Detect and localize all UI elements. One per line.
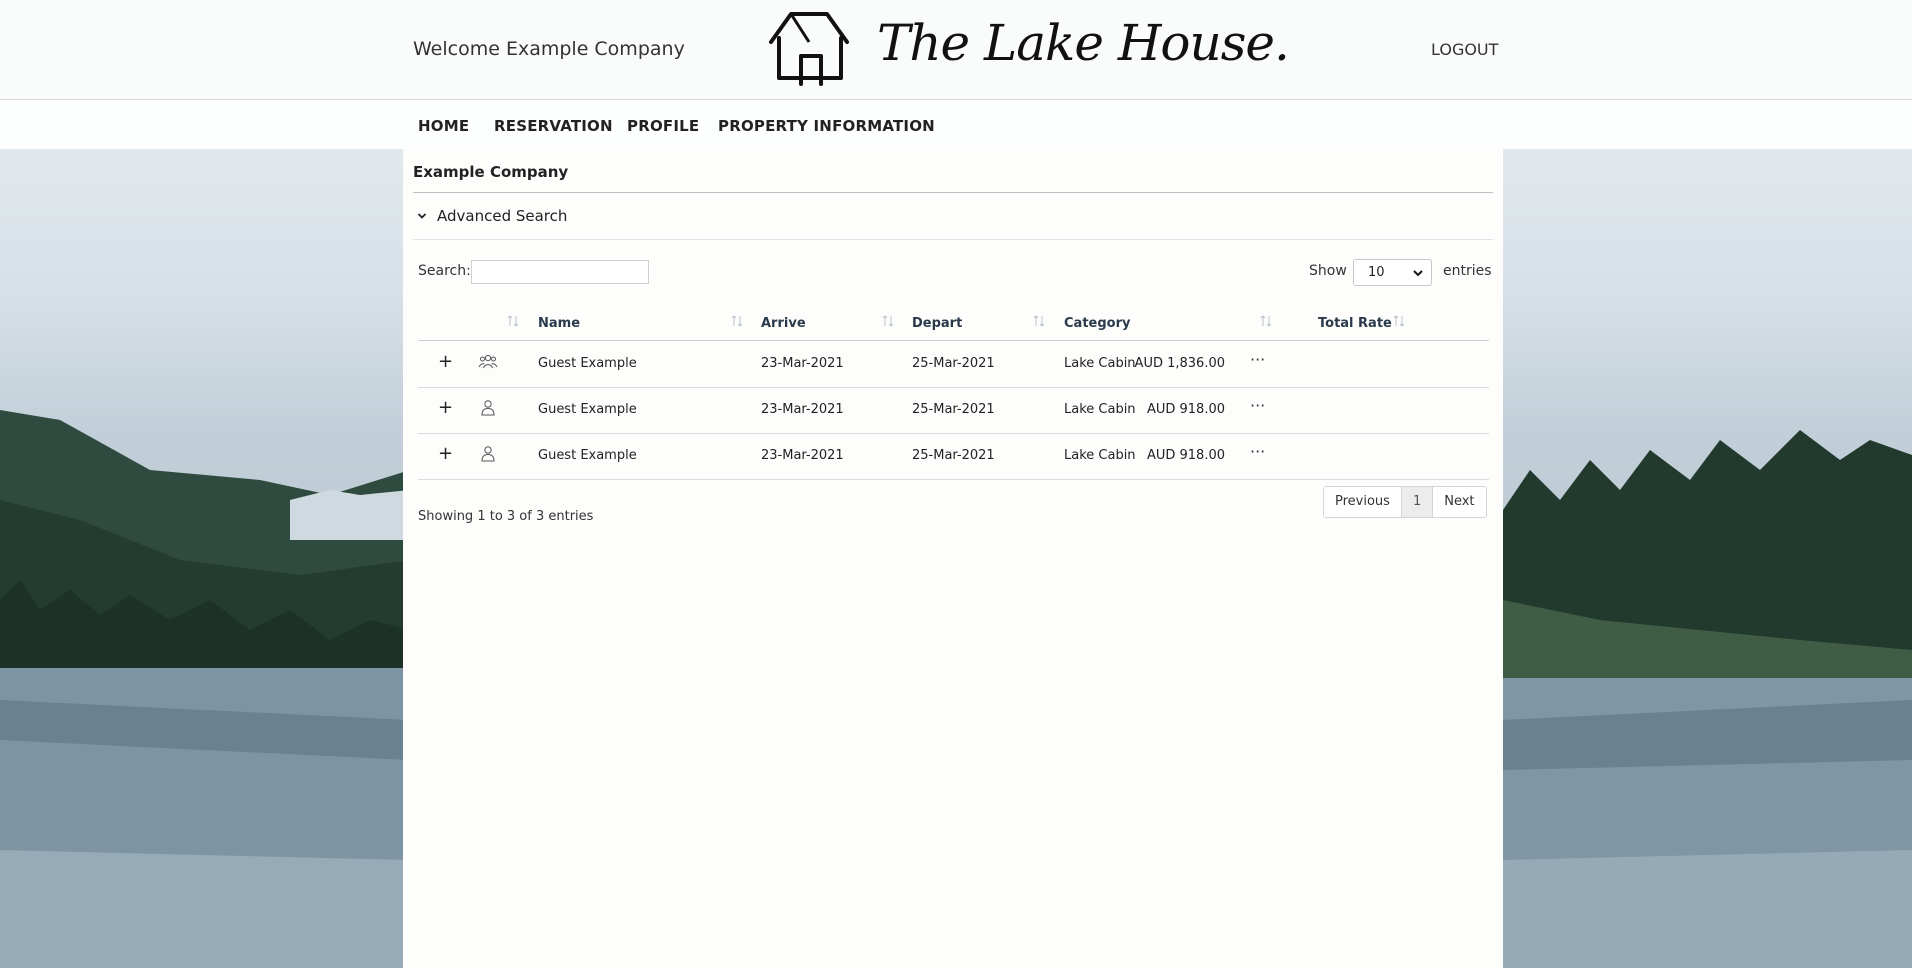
table-row[interactable]: + Guest Example 23-Mar-2021 25-Mar-2021 …	[418, 341, 1489, 388]
table-info-text: Showing 1 to 3 of 3 entries	[418, 509, 594, 524]
nav-item-home[interactable]: HOME	[418, 117, 469, 135]
advanced-search-toggle[interactable]: Advanced Search	[417, 207, 567, 225]
search-input[interactable]	[471, 260, 649, 284]
sort-icon[interactable]	[507, 314, 519, 328]
site-logo[interactable]: The Lake House.	[765, 8, 1290, 90]
guest-name: Guest Example	[538, 356, 637, 371]
group-icon	[478, 354, 498, 369]
more-options-icon[interactable]: ···	[1250, 442, 1265, 461]
chevron-down-icon	[417, 213, 427, 219]
expand-row-icon[interactable]: +	[438, 399, 453, 417]
depart-date: 25-Mar-2021	[912, 448, 995, 463]
depart-date: 25-Mar-2021	[912, 356, 995, 371]
house-logo-icon	[769, 12, 849, 86]
category: Lake Cabin	[1064, 356, 1136, 371]
column-header-total-rate[interactable]: Total Rate	[1318, 316, 1392, 331]
nav-item-profile[interactable]: PROFILE	[627, 117, 699, 135]
main-navigation: HOME RESERVATION PROFILE PROPERTY INFORM…	[0, 100, 1912, 149]
sort-icon[interactable]	[731, 314, 743, 328]
expand-row-icon[interactable]: +	[438, 445, 453, 463]
category: Lake Cabin	[1064, 402, 1136, 417]
person-icon	[481, 400, 495, 416]
entries-label: entries	[1443, 263, 1492, 279]
site-header: Welcome Example Company The Lake House. …	[0, 0, 1912, 100]
previous-page-button[interactable]: Previous	[1324, 487, 1402, 517]
nav-item-reservation[interactable]: RESERVATION	[494, 117, 613, 135]
column-header-category[interactable]: Category	[1064, 316, 1130, 331]
depart-date: 25-Mar-2021	[912, 402, 995, 417]
total-rate: AUD 1,836.00	[1134, 356, 1225, 371]
chevron-down-icon	[1413, 270, 1423, 277]
divider	[413, 192, 1493, 193]
guest-name: Guest Example	[538, 402, 637, 417]
arrive-date: 23-Mar-2021	[761, 402, 844, 417]
sort-icon[interactable]	[1260, 314, 1272, 328]
person-icon	[481, 446, 495, 462]
sort-icon[interactable]	[882, 314, 894, 328]
sort-icon[interactable]	[1393, 314, 1405, 328]
sort-icon[interactable]	[1033, 314, 1045, 328]
arrive-date: 23-Mar-2021	[761, 448, 844, 463]
search-label: Search:	[418, 263, 471, 279]
entries-per-page-select[interactable]: 10	[1353, 259, 1432, 286]
column-header-depart[interactable]: Depart	[912, 316, 962, 331]
category: Lake Cabin	[1064, 448, 1136, 463]
guest-name: Guest Example	[538, 448, 637, 463]
show-label: Show	[1309, 263, 1347, 279]
more-options-icon[interactable]: ···	[1250, 350, 1265, 369]
table-row[interactable]: + Guest Example 23-Mar-2021 25-Mar-2021 …	[418, 387, 1489, 434]
arrive-date: 23-Mar-2021	[761, 356, 844, 371]
expand-row-icon[interactable]: +	[438, 353, 453, 371]
more-options-icon[interactable]: ···	[1250, 396, 1265, 415]
total-rate: AUD 918.00	[1146, 402, 1225, 417]
table-row[interactable]: + Guest Example 23-Mar-2021 25-Mar-2021 …	[418, 433, 1489, 480]
company-title: Example Company	[413, 163, 569, 181]
advanced-search-label: Advanced Search	[437, 207, 568, 225]
column-header-arrive[interactable]: Arrive	[761, 316, 806, 331]
next-page-button[interactable]: Next	[1433, 487, 1486, 517]
nav-item-property-information[interactable]: PROPERTY INFORMATION	[718, 117, 935, 135]
divider	[413, 239, 1493, 240]
logout-link[interactable]: LOGOUT	[1431, 40, 1498, 59]
column-header-name[interactable]: Name	[538, 316, 580, 331]
entries-per-page-value: 10	[1368, 265, 1385, 280]
page-1-button[interactable]: 1	[1401, 487, 1434, 517]
pagination: Previous 1 Next	[1323, 486, 1487, 518]
welcome-text: Welcome Example Company	[413, 38, 685, 60]
total-rate: AUD 918.00	[1146, 448, 1225, 463]
logo-text: The Lake House.	[877, 14, 1290, 72]
main-panel: Example Company Advanced Search Search: …	[403, 149, 1503, 968]
